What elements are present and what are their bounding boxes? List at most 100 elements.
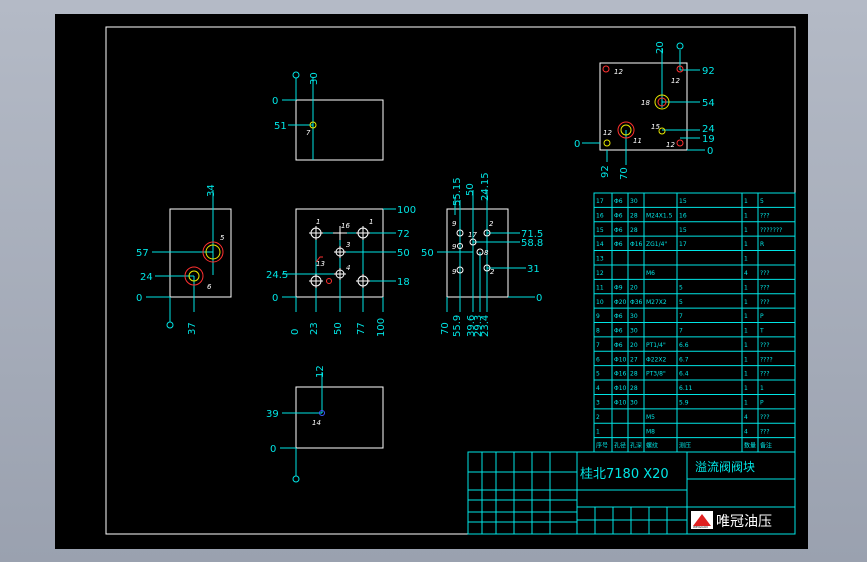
dim-label: 30 bbox=[309, 72, 320, 85]
table-cell: 1 bbox=[744, 328, 748, 335]
table-cell: ??? bbox=[760, 299, 770, 306]
view-bottom: 12 39 0 14 bbox=[266, 365, 384, 483]
table-cell: ???? bbox=[760, 356, 773, 363]
table-cell: 4 bbox=[744, 414, 748, 421]
table-cell: 17 bbox=[596, 198, 604, 205]
table-cell: 15 bbox=[596, 227, 604, 234]
dim-label: 23 bbox=[309, 322, 320, 335]
dim-label: 57 bbox=[136, 248, 149, 259]
table-header-cell: 孔深 bbox=[630, 442, 642, 450]
table-cell: Φ20 bbox=[614, 299, 627, 306]
table-cell: ??? bbox=[760, 270, 770, 277]
table-cell: Φ22X2 bbox=[646, 356, 666, 363]
table-cell: 1 bbox=[744, 284, 748, 291]
dim-label: 24.15 bbox=[480, 172, 491, 201]
table-cell: 1 bbox=[596, 428, 600, 435]
table-cell: 4 bbox=[744, 270, 748, 277]
table-cell: M24X1.5 bbox=[646, 212, 673, 219]
company-name: 唯冠油压 bbox=[716, 514, 772, 530]
hole bbox=[603, 139, 611, 147]
table-cell: Φ16 bbox=[630, 241, 643, 248]
table-cell: 10 bbox=[596, 299, 604, 306]
table-cell: Φ10 bbox=[614, 400, 627, 407]
dim-label: 58.8 bbox=[521, 238, 543, 249]
table-cell: P bbox=[760, 313, 764, 320]
table-cell: 6.7 bbox=[679, 356, 689, 363]
view-top-right: 20 92 54 24 19 0 0 92 70 12 12 18 15 12 … bbox=[574, 41, 715, 180]
table-header-cell: 备注 bbox=[760, 442, 772, 450]
table-cell: 20 bbox=[630, 284, 638, 291]
table-cell: M8 bbox=[646, 428, 655, 435]
table-cell: 1 bbox=[744, 356, 748, 363]
table-cell: 28 bbox=[630, 212, 638, 219]
table-cell: 9 bbox=[596, 313, 600, 320]
table-cell: 1 bbox=[744, 313, 748, 320]
table-cell: Φ6 bbox=[614, 342, 623, 349]
dim-label: 24 bbox=[140, 272, 153, 283]
dim-label: 31 bbox=[527, 264, 540, 275]
table-cell: Φ6 bbox=[614, 313, 623, 320]
table-cell: 1 bbox=[744, 299, 748, 306]
view-top-left: 30 0 51 7 bbox=[272, 71, 384, 161]
dim-label: 34 bbox=[206, 184, 217, 197]
table-cell: 8 bbox=[596, 328, 600, 335]
table-cell: ??? bbox=[760, 284, 770, 291]
hole-label: 12 bbox=[614, 68, 623, 76]
hole-label: 12 bbox=[671, 77, 680, 85]
table-cell: ??? bbox=[760, 342, 770, 349]
table-cell: 5 bbox=[596, 371, 600, 378]
table-cell: 30 bbox=[630, 400, 638, 407]
table-header-cell: 测压 bbox=[679, 442, 691, 450]
dim-label: 92 bbox=[702, 66, 715, 77]
logo-text: WEIGUAN bbox=[693, 525, 708, 529]
table-cell: Φ16 bbox=[614, 371, 627, 378]
table-cell: 5 bbox=[679, 299, 683, 306]
hole-label: 2 bbox=[489, 220, 494, 228]
dim-label: 0 bbox=[290, 329, 301, 335]
table-cell: ??? bbox=[760, 414, 770, 421]
table-cell: 1 bbox=[760, 385, 764, 392]
table-cell: 16 bbox=[596, 212, 604, 219]
hole-label: 18 bbox=[641, 99, 650, 107]
dim-label: 70 bbox=[619, 167, 630, 180]
drawing-title: 桂北7180 X20 bbox=[580, 467, 669, 482]
table-cell: 1 bbox=[744, 371, 748, 378]
dim-label: 50 bbox=[333, 322, 344, 335]
table-cell: 30 bbox=[630, 328, 638, 335]
table-cell: 16 bbox=[679, 212, 687, 219]
table-cell: 7 bbox=[679, 328, 683, 335]
table-cell: 20 bbox=[630, 342, 638, 349]
table-header-cell: 孔径 bbox=[614, 442, 626, 450]
hole-label: 16 bbox=[341, 222, 350, 230]
table-cell: T bbox=[759, 328, 764, 335]
parts-table: 17 Φ6 30 15 1 516 Φ6 28 M24X1.5 16 1 ???15 Φ6 28 15 1??… bbox=[593, 192, 796, 453]
table-cell: 6.4 bbox=[679, 371, 689, 378]
hole-label: 1 bbox=[316, 218, 320, 226]
table-cell: 1 bbox=[744, 342, 748, 349]
table-cell: M27X2 bbox=[646, 299, 667, 306]
dim-label: 0 bbox=[136, 293, 142, 304]
drawing-border bbox=[105, 26, 796, 535]
dim-label: 0 bbox=[272, 293, 278, 304]
hole-label: 8 bbox=[484, 249, 489, 257]
hole-label: 6 bbox=[207, 283, 212, 291]
table-cell: PT1/4" bbox=[646, 342, 666, 349]
dim-label: 77 bbox=[356, 322, 367, 335]
table-cell: 15 bbox=[679, 198, 687, 205]
cad-drawing: 30 0 51 7 20 92 54 24 19 0 0 92 70 12 12… bbox=[105, 26, 796, 535]
table-cell: 17 bbox=[679, 241, 687, 248]
hole-label: 9 bbox=[452, 268, 457, 276]
table-cell: 4 bbox=[596, 385, 600, 392]
table-cell: 5.9 bbox=[679, 400, 689, 407]
view-mid-right: 55.15 50 24.15 71.5 58.8 50 31 0 70 55.9… bbox=[421, 172, 543, 337]
dim-label: 54 bbox=[702, 98, 715, 109]
hole bbox=[602, 65, 610, 73]
dim-label: 39 bbox=[266, 409, 279, 420]
table-cell: Φ6 bbox=[614, 227, 623, 234]
block-outline bbox=[295, 386, 384, 449]
table-cell: 28 bbox=[630, 371, 638, 378]
table-cell: 12 bbox=[596, 270, 604, 277]
table-cell: 1 bbox=[744, 227, 748, 234]
dim-label: 50 bbox=[465, 183, 476, 196]
table-cell: M5 bbox=[646, 414, 655, 421]
